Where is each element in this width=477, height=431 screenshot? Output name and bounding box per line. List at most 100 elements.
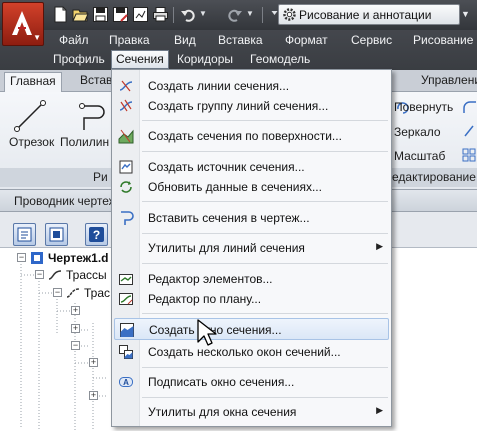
tab-home[interactable]: Главная: [4, 72, 62, 93]
tree-node-alignments[interactable]: Трассы: [66, 268, 107, 282]
menu-item-sample-line-utilities[interactable]: Утилиты для линий сечения ▶: [114, 237, 389, 259]
modify-panel-title: едактирование: [388, 168, 477, 187]
menu-item-plan-editor[interactable]: Редактор по плану...: [114, 288, 389, 310]
menu-edit[interactable]: Правка: [109, 33, 150, 47]
menu-view[interactable]: Вид: [174, 33, 196, 47]
menu-item-label: Редактор элементов...: [148, 272, 273, 286]
update-sections-icon: [120, 181, 132, 193]
polyline-tool-label[interactable]: Полилин: [60, 135, 109, 149]
workspace-name: Рисование и аннотации: [299, 8, 432, 22]
undo-dropdown-icon[interactable]: ▼: [199, 9, 207, 18]
menu-profile[interactable]: Профиль: [53, 52, 105, 66]
menu-item-create-section-source[interactable]: Создать источник сечения...: [114, 156, 389, 178]
help-icon[interactable]: ?: [85, 223, 108, 246]
tree-expander[interactable]: +: [89, 391, 98, 400]
menu-item-label: Подписать окно сечения...: [148, 375, 295, 389]
menu-item-update-section-data[interactable]: Обновить данные в сечениях...: [114, 176, 389, 198]
customize-icon[interactable]: [266, 6, 278, 23]
insert-sections-icon: [121, 211, 134, 225]
menu-item-section-view-utilities[interactable]: Утилиты для окна сечения ▶: [114, 401, 389, 423]
toolbar-separator: [262, 7, 263, 23]
menu-item-label: Создать группу линий сечения...: [148, 99, 329, 113]
menu-separator: [142, 313, 388, 314]
menu-item-label: Создать линии сечения...: [148, 79, 290, 93]
label-section-view-icon: A: [119, 377, 133, 387]
menu-separator: [142, 263, 388, 264]
menu-insert[interactable]: Вставка: [218, 33, 263, 47]
draw-panel-title: Ри: [0, 168, 112, 187]
polyline-tool-icon[interactable]: [78, 98, 108, 134]
workspace-selector[interactable]: Рисование и аннотации: [278, 4, 460, 25]
tree-expander[interactable]: −: [71, 341, 80, 350]
plot-icon[interactable]: [132, 6, 149, 23]
menu-format[interactable]: Формат: [285, 33, 328, 47]
alignments-icon: [48, 270, 62, 280]
menu-item-create-sample-line-group[interactable]: Создать группу линий сечения...: [114, 95, 389, 117]
line-tool-icon[interactable]: [12, 98, 48, 134]
tree-expander[interactable]: +: [71, 306, 80, 315]
tab-manage[interactable]: Управлени: [421, 73, 477, 87]
prospector-title: Проводник чертеж: [14, 194, 117, 208]
menu-item-create-sample-lines[interactable]: Создать линии сечения...: [114, 75, 389, 97]
menu-tools[interactable]: Сервис: [351, 33, 392, 47]
chevron-down-icon: ▼: [33, 33, 41, 42]
menu-item-label: Создать сечения по поверхности...: [148, 129, 342, 143]
gear-icon: [283, 8, 296, 21]
menu-separator: [142, 151, 388, 152]
drawing-icon: [31, 252, 43, 264]
menu-file[interactable]: Файл: [59, 33, 89, 47]
menu-item-element-editor[interactable]: Редактор элементов...: [114, 268, 389, 290]
menu-draw[interactable]: Рисование: [413, 33, 473, 47]
svg-text:?: ?: [93, 228, 100, 242]
tree-expander[interactable]: −: [17, 253, 26, 262]
sample-line-group-icon: [119, 99, 133, 112]
menu-item-label-section-view[interactable]: A Подписать окно сечения...: [114, 371, 389, 393]
new-file-icon[interactable]: [52, 6, 69, 23]
menu-corridors[interactable]: Коридоры: [177, 52, 233, 66]
application-menu-button[interactable]: ▼: [2, 2, 44, 46]
tree-expander[interactable]: −: [35, 270, 44, 279]
open-icon[interactable]: [72, 6, 89, 23]
tree-expander[interactable]: −: [53, 288, 62, 297]
line-tool-label[interactable]: Отрезок: [9, 135, 54, 149]
menu-sections[interactable]: Сечения: [111, 50, 169, 69]
menu-item-label: Редактор по плану...: [148, 292, 262, 306]
trim-icon[interactable]: [462, 124, 476, 138]
tree-expander[interactable]: +: [71, 324, 80, 333]
prospector-view-icon[interactable]: [13, 223, 36, 246]
multiple-section-views-icon: [119, 345, 133, 359]
tree-expander[interactable]: +: [89, 358, 98, 367]
menu-item-insert-sections[interactable]: Вставить сечения в чертеж...: [114, 207, 389, 229]
scale-tool[interactable]: Масштаб: [394, 149, 445, 163]
workspace-dropdown-icon[interactable]: ▼: [461, 9, 470, 19]
mirror-tool[interactable]: Зеркало: [394, 125, 441, 139]
array-icon[interactable]: [462, 148, 476, 162]
section-source-icon: [119, 160, 133, 174]
save-icon[interactable]: [92, 6, 109, 23]
save-as-icon[interactable]: [112, 6, 129, 23]
prospector-item-view-icon[interactable]: [45, 223, 68, 246]
undo-icon[interactable]: [180, 6, 197, 23]
toolbar-separator: [173, 7, 174, 23]
mouse-cursor-icon: [197, 319, 217, 346]
menu-item-label: Утилиты для окна сечения: [148, 405, 297, 419]
menu-separator: [142, 201, 388, 202]
svg-text:A: A: [123, 378, 129, 387]
menu-item-label: Создать несколько окон сечений...: [148, 345, 341, 359]
rotate-tool[interactable]: Повернуть: [394, 100, 453, 114]
sample-line-icon: [119, 80, 133, 92]
redo-icon[interactable]: [226, 6, 243, 23]
redo-dropdown-icon[interactable]: ▼: [246, 9, 254, 18]
tree-node-drawing[interactable]: Чертеж1.d: [48, 251, 109, 265]
menu-separator: [142, 233, 388, 234]
tree-node-alignment[interactable]: Трас: [84, 286, 110, 300]
autocad-logo-icon: [12, 11, 32, 35]
menu-item-create-section-view[interactable]: Создать окно сечения...: [114, 318, 389, 340]
menu-item-label: Вставить сечения в чертеж...: [148, 211, 310, 225]
print-icon[interactable]: [152, 6, 169, 23]
menu-geomodel[interactable]: Геомодель: [250, 52, 310, 66]
menu-item-create-multiple-section-views[interactable]: Создать несколько окон сечений...: [114, 341, 389, 363]
surface-section-icon: [118, 129, 134, 144]
fillet-icon[interactable]: [462, 100, 476, 114]
menu-item-create-surface-sections[interactable]: Создать сечения по поверхности...: [114, 125, 389, 147]
